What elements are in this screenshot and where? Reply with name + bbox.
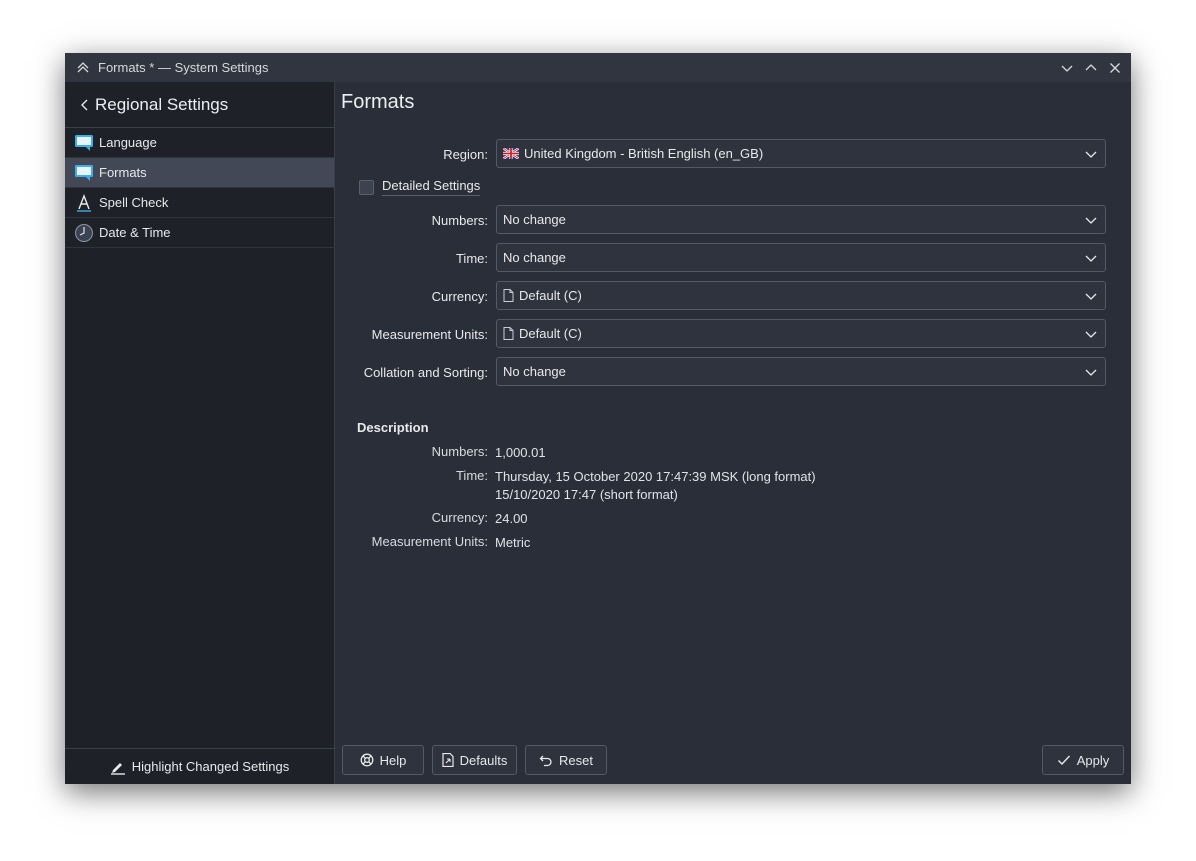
description-heading: Description xyxy=(357,420,429,435)
reset-button-label: Reset xyxy=(559,752,593,768)
highlighter-icon xyxy=(110,759,126,775)
time-combo[interactable]: No change xyxy=(496,243,1106,272)
chevron-down-icon xyxy=(1085,151,1097,158)
chevron-down-icon xyxy=(1085,369,1097,376)
highlight-changed-settings-label: Highlight Changed Settings xyxy=(131,759,290,774)
back-arrow-icon[interactable] xyxy=(75,98,95,112)
desc-time-long: Thursday, 15 October 2020 17:47:39 MSK (… xyxy=(495,469,816,484)
page-title: Formats xyxy=(341,91,415,113)
window-title: Formats * — System Settings xyxy=(98,60,269,75)
measurement-units-combo[interactable]: Default (C) xyxy=(496,319,1106,348)
desc-numbers-value: 1,000.01 xyxy=(495,445,546,460)
desc-time-short: 15/10/2020 17:47 (short format) xyxy=(495,487,678,502)
sidebar-title: Regional Settings xyxy=(95,94,229,114)
sidebar-item-formats[interactable]: Formats xyxy=(65,158,334,188)
document-icon xyxy=(503,289,514,302)
measurement-units-label: Measurement Units: xyxy=(371,327,488,342)
uk-flag-icon xyxy=(503,148,519,159)
chevron-down-icon xyxy=(1085,217,1097,224)
measurement-units-value: Default (C) xyxy=(519,326,582,341)
collation-label: Collation and Sorting: xyxy=(363,365,488,380)
help-button[interactable]: Help xyxy=(342,745,424,775)
clock-icon xyxy=(73,223,95,243)
title-bar[interactable]: Formats * — System Settings xyxy=(65,53,1131,82)
currency-label: Currency: xyxy=(431,289,488,304)
apply-button[interactable]: Apply xyxy=(1042,745,1124,775)
desc-numbers-label: Numbers: xyxy=(431,444,488,459)
system-settings-window: Formats * — System Settings Regional Set… xyxy=(65,53,1131,784)
main-panel: Formats Region: United Kingdom - British… xyxy=(335,82,1131,784)
sidebar-item-date-time[interactable]: Date & Time xyxy=(65,218,334,248)
chevron-down-icon xyxy=(1085,293,1097,300)
numbers-label: Numbers: xyxy=(431,213,488,228)
desc-measurement-label: Measurement Units: xyxy=(371,534,488,549)
time-value: No change xyxy=(503,250,566,265)
sidebar-item-spell-check[interactable]: Spell Check xyxy=(65,188,334,218)
collation-value: No change xyxy=(503,364,566,379)
undo-icon xyxy=(539,753,553,767)
language-icon xyxy=(73,133,95,153)
region-combo[interactable]: United Kingdom - British English (en_GB) xyxy=(496,139,1106,168)
help-button-label: Help xyxy=(379,752,407,768)
chevron-down-icon xyxy=(1085,331,1097,338)
reset-button[interactable]: Reset xyxy=(525,745,607,775)
defaults-document-icon xyxy=(442,753,454,767)
defaults-button-label: Defaults xyxy=(459,752,508,768)
numbers-value: No change xyxy=(503,212,566,227)
numbers-combo[interactable]: No change xyxy=(496,205,1106,234)
desc-currency-label: Currency: xyxy=(431,510,488,525)
sidebar-item-language[interactable]: Language xyxy=(65,128,334,158)
minimize-icon[interactable] xyxy=(1057,58,1077,78)
sidebar: Regional Settings Language Formats Spell… xyxy=(65,82,335,784)
highlight-changed-settings-button[interactable]: Highlight Changed Settings xyxy=(65,748,334,784)
close-icon[interactable] xyxy=(1105,58,1125,78)
sidebar-item-label: Formats xyxy=(99,165,147,180)
sidebar-item-label: Date & Time xyxy=(99,225,171,240)
currency-value: Default (C) xyxy=(519,288,582,303)
detailed-settings-checkbox[interactable] xyxy=(359,179,374,195)
sidebar-item-label: Language xyxy=(99,135,157,150)
collation-combo[interactable]: No change xyxy=(496,357,1106,386)
region-label: Region: xyxy=(443,147,488,162)
sidebar-header[interactable]: Regional Settings xyxy=(65,82,334,128)
document-icon xyxy=(503,327,514,340)
spell-check-icon xyxy=(73,193,95,213)
maximize-icon[interactable] xyxy=(1081,58,1101,78)
desc-time-label: Time: xyxy=(455,468,488,483)
desc-measurement-value: Metric xyxy=(495,535,531,550)
chevron-down-icon xyxy=(1085,255,1097,262)
time-label: Time: xyxy=(455,251,488,266)
sidebar-item-label: Spell Check xyxy=(99,195,169,210)
currency-combo[interactable]: Default (C) xyxy=(496,281,1106,310)
desc-currency-value: 24.00 xyxy=(495,511,528,526)
formats-icon xyxy=(73,163,95,183)
window-menu-icon[interactable] xyxy=(72,61,94,75)
apply-button-label: Apply xyxy=(1076,752,1110,768)
defaults-button[interactable]: Defaults xyxy=(432,745,517,775)
help-lifebuoy-icon xyxy=(360,753,374,767)
checkmark-icon xyxy=(1057,753,1071,767)
detailed-settings-label: Detailed Settings xyxy=(382,178,481,196)
region-value: United Kingdom - British English (en_GB) xyxy=(524,146,764,161)
detailed-settings-checkbox-row[interactable]: Detailed Settings xyxy=(359,178,481,196)
